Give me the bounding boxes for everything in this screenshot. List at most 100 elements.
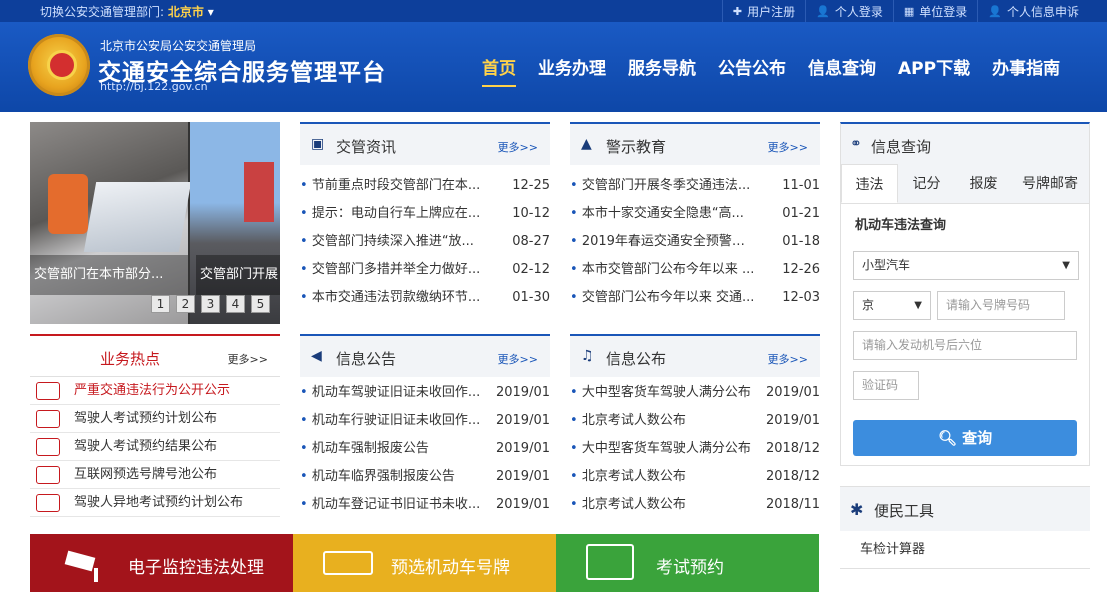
hot-item-text[interactable]: 严重交通违法行为公开公示 xyxy=(74,377,230,405)
pager-3[interactable]: 3 xyxy=(201,295,220,313)
info-item-text[interactable]: 北京考试人数公布 xyxy=(570,491,755,519)
list-item[interactable]: 2019年春运交通安全预警：... 01-18 xyxy=(570,228,820,256)
car-inspection-calculator-link[interactable]: 车检计算器 xyxy=(840,531,1090,569)
vehicle-type-select[interactable]: 小型汽车 ▼ xyxy=(853,251,1079,280)
plate-number-input[interactable]: 请输入号牌号码 xyxy=(937,291,1065,320)
news-item-date: 01-30 xyxy=(512,290,550,305)
warning-item-text[interactable]: 本市十家交通安全隐患“高... xyxy=(570,200,755,228)
province-value: 京 xyxy=(862,298,875,312)
notice-item-date: 2019/01 xyxy=(495,385,550,400)
notice-item-text[interactable]: 机动车驾驶证旧证未收回作... xyxy=(300,379,485,407)
news-item-text[interactable]: 提示：电动自行车上牌应在... xyxy=(300,200,485,228)
tab-scrap[interactable]: 报废 xyxy=(955,164,1012,203)
list-item[interactable]: 机动车登记证书旧证书未收... 2019/01 xyxy=(300,491,550,519)
caret-down-icon: ▼ xyxy=(914,300,922,311)
list-item[interactable]: 驾驶人考试预约计划公布 xyxy=(30,405,280,433)
warning-item-text[interactable]: 本市交管部门公布今年以来 ... xyxy=(570,256,755,284)
list-item[interactable]: 驾驶人异地考试预约计划公布 xyxy=(30,489,280,517)
pager-5[interactable]: 5 xyxy=(251,295,270,313)
pager-4[interactable]: 4 xyxy=(226,295,245,313)
captcha-input[interactable]: 验证码 xyxy=(853,371,919,400)
info-item-text[interactable]: 大中型客货车驾驶人满分公布 xyxy=(570,435,755,463)
tab-plate-mail[interactable]: 号牌邮寄 xyxy=(1012,164,1088,203)
list-item[interactable]: 机动车行驶证旧证未收回作... 2019/01 xyxy=(300,407,550,435)
list-item[interactable]: 机动车强制报废公告 2019/01 xyxy=(300,435,550,463)
calendar-icon xyxy=(586,544,634,580)
tab-violation[interactable]: 违法 xyxy=(841,164,898,203)
warning-item-text[interactable]: 2019年春运交通安全预警：... xyxy=(570,228,755,256)
province-select[interactable]: 京 ▼ xyxy=(853,291,931,320)
list-item[interactable]: 机动车驾驶证旧证未收回作... 2019/01 xyxy=(300,379,550,407)
nav-home[interactable]: 首页 xyxy=(482,54,516,87)
engine-number-input[interactable]: 请输入发动机号后六位 xyxy=(853,331,1077,360)
list-item[interactable]: 交管部门持续深入推进“放... 08-27 xyxy=(300,228,550,256)
query-button[interactable]: 🔍︎ 查询 xyxy=(853,420,1077,456)
info-item-text[interactable]: 北京考试人数公布 xyxy=(570,407,755,435)
list-item[interactable]: 北京考试人数公布 2018/12 xyxy=(570,463,820,491)
hot-more-link[interactable]: 更多>> xyxy=(228,351,268,367)
personal-login-link[interactable]: 👤 个人登录 xyxy=(805,0,893,22)
warning-item-text[interactable]: 交管部门公布今年以来 交通... xyxy=(570,284,755,312)
banner-caption-1[interactable]: 交管部门在本市部分... xyxy=(30,255,188,295)
list-item[interactable]: 大中型客货车驾驶人满分公布 2018/12 xyxy=(570,435,820,463)
appeal-link[interactable]: 👤 个人信息申诉 xyxy=(977,0,1089,22)
banner-carousel[interactable]: 交管部门在本市部分... 交管部门开展 1 2 3 4 5 xyxy=(30,122,280,324)
list-item[interactable]: 机动车临界强制报废公告 2019/01 xyxy=(300,463,550,491)
list-item[interactable]: 北京考试人数公布 2018/11 xyxy=(570,491,820,519)
news-more-link[interactable]: 更多>> xyxy=(498,139,538,155)
banner-caption-2[interactable]: 交管部门开展 xyxy=(196,255,280,295)
police-emblem-logo[interactable] xyxy=(28,34,90,96)
notice-more-link[interactable]: 更多>> xyxy=(498,351,538,367)
nav-business[interactable]: 业务办理 xyxy=(538,54,606,87)
department-switch[interactable]: 切换公安交通管理部门: 北京市 ▾ xyxy=(40,3,214,20)
header: 北京市公安局公安交通管理局 交通安全综合服务管理平台 http://bj.122… xyxy=(0,22,1107,112)
register-link[interactable]: ✚ 用户注册 xyxy=(721,0,805,22)
hot-item-text[interactable]: 驾驶人异地考试预约计划公布 xyxy=(74,489,243,517)
list-item[interactable]: 交管部门多措并举全力做好... 02-12 xyxy=(300,256,550,284)
news-item-text[interactable]: 本市交通违法罚款缴纳环节... xyxy=(300,284,485,312)
electronic-monitoring-banner[interactable]: 电子监控违法处理 xyxy=(30,534,293,592)
nav-app[interactable]: APP下载 xyxy=(898,54,970,87)
list-item[interactable]: 本市十家交通安全隐患“高... 01-21 xyxy=(570,200,820,228)
unit-login-link[interactable]: ▦ 单位登录 xyxy=(892,0,977,22)
exam-booking-banner[interactable]: 考试预约 xyxy=(556,534,819,592)
news-item-text[interactable]: 交管部门多措并举全力做好... xyxy=(300,256,485,284)
info-more-link[interactable]: 更多>> xyxy=(768,351,808,367)
nav-query[interactable]: 信息查询 xyxy=(808,54,876,87)
list-item[interactable]: 严重交通违法行为公开公示 xyxy=(30,377,280,405)
news-title: 交管资讯 xyxy=(336,138,397,156)
nav-service[interactable]: 服务导航 xyxy=(628,54,696,87)
nav-guide[interactable]: 办事指南 xyxy=(992,54,1060,87)
city-select[interactable]: 北京市 xyxy=(168,5,204,19)
list-item[interactable]: 交管部门公布今年以来 交通... 12-03 xyxy=(570,284,820,312)
list-item[interactable]: 交管部门开展冬季交通违法... 11-01 xyxy=(570,172,820,200)
plate-preselect-banner[interactable]: 预选机动车号牌 xyxy=(293,534,556,592)
info-item-text[interactable]: 北京考试人数公布 xyxy=(570,463,755,491)
pager-2[interactable]: 2 xyxy=(176,295,195,313)
list-item[interactable]: 本市交通违法罚款缴纳环节... 01-30 xyxy=(300,284,550,312)
warning-more-link[interactable]: 更多>> xyxy=(768,139,808,155)
warning-item-text[interactable]: 交管部门开展冬季交通违法... xyxy=(570,172,755,200)
pager-1[interactable]: 1 xyxy=(151,295,170,313)
list-item[interactable]: 北京考试人数公布 2019/01 xyxy=(570,407,820,435)
news-item-text[interactable]: 节前重点时段交管部门在本... xyxy=(300,172,485,200)
list-item[interactable]: 提示：电动自行车上牌应在... 10-12 xyxy=(300,200,550,228)
tab-points[interactable]: 记分 xyxy=(898,164,955,203)
list-item[interactable]: 节前重点时段交管部门在本... 12-25 xyxy=(300,172,550,200)
hot-item-text[interactable]: 驾驶人考试预约计划公布 xyxy=(74,405,217,433)
notice-item-text[interactable]: 机动车临界强制报废公告 xyxy=(300,463,485,491)
query-tabs: 违法 记分 报废 号牌邮寄 xyxy=(841,164,1089,204)
info-item-text[interactable]: 大中型客货车驾驶人满分公布 xyxy=(570,379,755,407)
notice-item-text[interactable]: 机动车强制报废公告 xyxy=(300,435,485,463)
list-item[interactable]: 大中型客货车驾驶人满分公布 2019/01 xyxy=(570,379,820,407)
news-item-text[interactable]: 交管部门持续深入推进“放... xyxy=(300,228,485,256)
hot-item-text[interactable]: 互联网预选号牌号池公布 xyxy=(74,461,217,489)
notice-item-text[interactable]: 机动车行驶证旧证未收回作... xyxy=(300,407,485,435)
main-nav: 首页 业务办理 服务导航 公告公布 信息查询 APP下载 办事指南 xyxy=(482,54,1082,87)
hot-item-text[interactable]: 驾驶人考试预约结果公布 xyxy=(74,433,217,461)
nav-announcement[interactable]: 公告公布 xyxy=(718,54,786,87)
notice-item-text[interactable]: 机动车登记证书旧证书未收... xyxy=(300,491,485,519)
list-item[interactable]: 驾驶人考试预约结果公布 xyxy=(30,433,280,461)
list-item[interactable]: 本市交管部门公布今年以来 ... 12-26 xyxy=(570,256,820,284)
list-item[interactable]: 互联网预选号牌号池公布 xyxy=(30,461,280,489)
